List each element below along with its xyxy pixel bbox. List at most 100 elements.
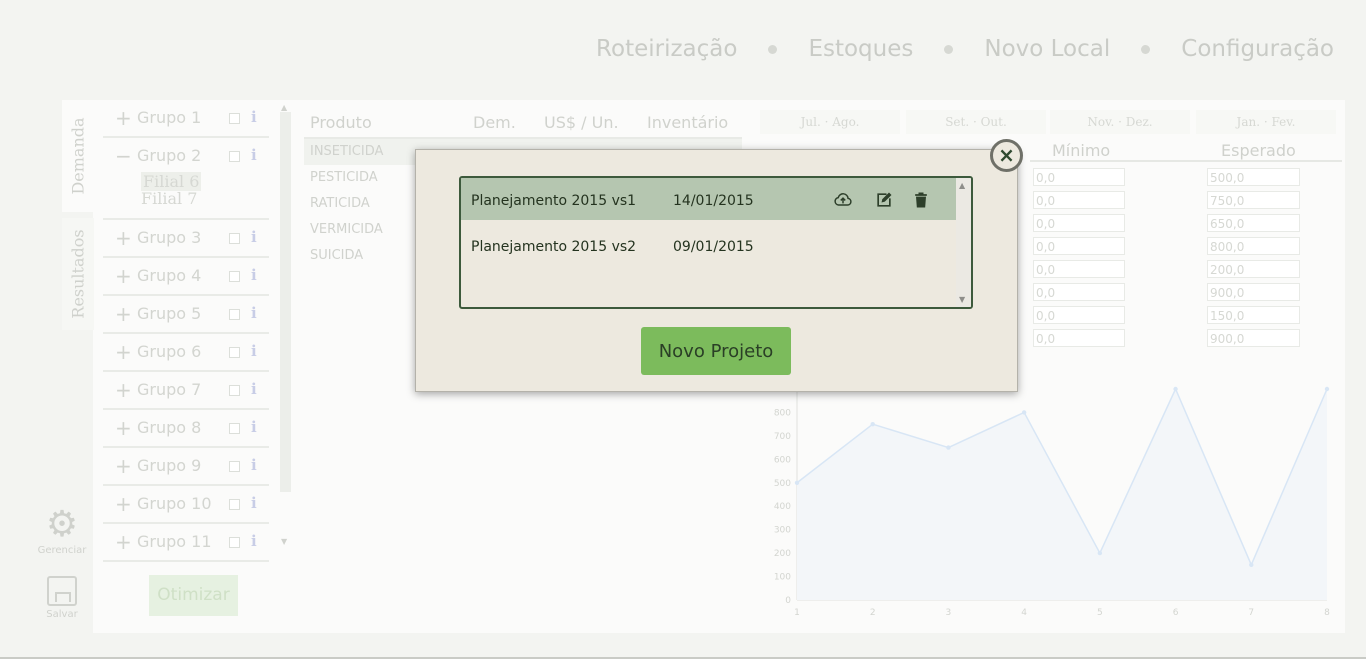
expand-icon[interactable]: +: [115, 340, 132, 364]
minimo-input[interactable]: 0,0: [1033, 191, 1125, 209]
nav-novo-local[interactable]: Novo Local: [984, 36, 1110, 62]
x-tick-label: 5: [1097, 608, 1103, 618]
group-checkbox[interactable]: [229, 233, 240, 244]
expand-icon[interactable]: +: [115, 378, 132, 402]
group-item[interactable]: + Grupo 9 i: [103, 448, 269, 486]
group-item[interactable]: + Grupo 4 i: [103, 258, 269, 296]
minimo-input[interactable]: 0,0: [1033, 306, 1125, 324]
esperado-input[interactable]: 900,0: [1207, 283, 1300, 301]
group-item[interactable]: + Grupo 1 i: [103, 100, 269, 138]
info-icon[interactable]: i: [251, 228, 257, 246]
info-icon[interactable]: i: [251, 456, 257, 474]
info-icon[interactable]: i: [251, 532, 257, 550]
period-tab[interactable]: Jan. · Fev.: [1196, 110, 1336, 134]
period-tab[interactable]: Nov. · Dez.: [1050, 110, 1190, 134]
expand-icon[interactable]: +: [115, 226, 132, 250]
top-nav: Roteirização Estoques Novo Local Configu…: [596, 36, 1334, 62]
period-tab[interactable]: Set. · Out.: [906, 110, 1046, 134]
expand-icon[interactable]: +: [115, 106, 132, 130]
scroll-down-icon[interactable]: ▼: [281, 537, 287, 546]
y-tick-label: 200: [774, 549, 791, 559]
group-label: Grupo 11: [137, 532, 212, 551]
group-checkbox[interactable]: [229, 113, 240, 124]
esperado-input[interactable]: 900,0: [1207, 329, 1300, 347]
group-checkbox[interactable]: [229, 385, 240, 396]
esperado-input[interactable]: 500,0: [1207, 168, 1300, 186]
expand-icon[interactable]: +: [115, 454, 132, 478]
gerenciar-button[interactable]: ⚙ Gerenciar: [36, 505, 88, 557]
project-row[interactable]: Planejamento 2015 vs1 14/01/2015: [461, 178, 957, 220]
esperado-input[interactable]: 200,0: [1207, 260, 1300, 278]
info-icon[interactable]: i: [251, 146, 257, 164]
divider: [1030, 160, 1342, 162]
nav-estoques[interactable]: Estoques: [808, 36, 913, 62]
group-checkbox[interactable]: [229, 461, 240, 472]
esperado-input[interactable]: 800,0: [1207, 237, 1300, 255]
info-icon[interactable]: i: [251, 108, 257, 126]
group-label: Grupo 3: [137, 228, 202, 247]
group-item[interactable]: + Grupo 8 i: [103, 410, 269, 448]
group-item[interactable]: + Grupo 10 i: [103, 486, 269, 524]
group-item[interactable]: + Grupo 5 i: [103, 296, 269, 334]
cloud-upload-icon[interactable]: [833, 190, 853, 210]
minimo-input[interactable]: 0,0: [1033, 214, 1125, 232]
esperado-input[interactable]: 750,0: [1207, 191, 1300, 209]
minimo-input[interactable]: 0,0: [1033, 237, 1125, 255]
group-item[interactable]: − Grupo 2i Filial 6 Filial 7: [103, 138, 269, 220]
info-icon[interactable]: i: [251, 304, 257, 322]
group-checkbox[interactable]: [229, 423, 240, 434]
close-icon[interactable]: ×: [990, 139, 1023, 172]
data-point: [1173, 386, 1178, 392]
tab-resultados[interactable]: Resultados: [62, 218, 94, 330]
trash-icon[interactable]: [911, 190, 931, 210]
group-checkbox[interactable]: [229, 537, 240, 548]
salvar-button[interactable]: Salvar: [40, 576, 84, 620]
minimo-input[interactable]: 0,0: [1033, 168, 1125, 186]
group-checkbox[interactable]: [229, 347, 240, 358]
group-checkbox[interactable]: [229, 309, 240, 320]
project-list-scrollbar[interactable]: ▲ ▼: [956, 178, 971, 307]
info-icon[interactable]: i: [251, 494, 257, 512]
group-item[interactable]: + Grupo 3 i: [103, 220, 269, 258]
filial-item[interactable]: Filial 7: [141, 189, 197, 208]
y-tick-label: 600: [774, 455, 791, 465]
col-esperado: Esperado: [1221, 141, 1296, 160]
group-item[interactable]: + Grupo 7 i: [103, 372, 269, 410]
group-checkbox[interactable]: [229, 271, 240, 282]
collapse-icon[interactable]: −: [115, 144, 132, 168]
info-icon[interactable]: i: [251, 418, 257, 436]
esperado-input[interactable]: 150,0: [1207, 306, 1300, 324]
scroll-down-icon[interactable]: ▼: [959, 295, 965, 304]
project-list: Planejamento 2015 vs1 14/01/2015 Planeja…: [459, 176, 973, 309]
col-inventario: Inventário: [647, 113, 729, 132]
tab-demanda[interactable]: Demanda: [62, 100, 94, 212]
group-item[interactable]: + Grupo 6 i: [103, 334, 269, 372]
group-checkbox[interactable]: [229, 499, 240, 510]
period-tab[interactable]: Jul. · Ago.: [760, 110, 900, 134]
nav-configuracao[interactable]: Configuração: [1181, 36, 1334, 62]
group-checkbox[interactable]: [229, 151, 240, 162]
minimo-input[interactable]: 0,0: [1033, 329, 1125, 347]
info-icon[interactable]: i: [251, 380, 257, 398]
edit-icon[interactable]: [874, 190, 894, 210]
group-item[interactable]: + Grupo 11 i: [103, 524, 269, 562]
expand-icon[interactable]: +: [115, 264, 132, 288]
group-list-scrollbar[interactable]: [280, 112, 291, 492]
info-icon[interactable]: i: [251, 266, 257, 284]
minimo-input[interactable]: 0,0: [1033, 283, 1125, 301]
expand-icon[interactable]: +: [115, 302, 132, 326]
expand-icon[interactable]: +: [115, 530, 132, 554]
data-point: [1097, 550, 1103, 556]
otimizar-button[interactable]: Otimizar: [149, 575, 238, 616]
expand-icon[interactable]: +: [115, 416, 132, 440]
minimo-input[interactable]: 0,0: [1033, 260, 1125, 278]
scroll-up-icon[interactable]: ▲: [959, 181, 965, 190]
esperado-input[interactable]: 650,0: [1207, 214, 1300, 232]
new-project-button[interactable]: Novo Projeto: [641, 327, 791, 375]
product-table-header: Produto Dem. US$ / Un. Inventário: [304, 106, 742, 139]
expand-icon[interactable]: +: [115, 492, 132, 516]
nav-roteirizacao[interactable]: Roteirização: [596, 36, 737, 62]
scroll-up-icon[interactable]: ▲: [281, 103, 287, 112]
info-icon[interactable]: i: [251, 342, 257, 360]
project-row[interactable]: Planejamento 2015 vs2 09/01/2015: [461, 224, 957, 266]
